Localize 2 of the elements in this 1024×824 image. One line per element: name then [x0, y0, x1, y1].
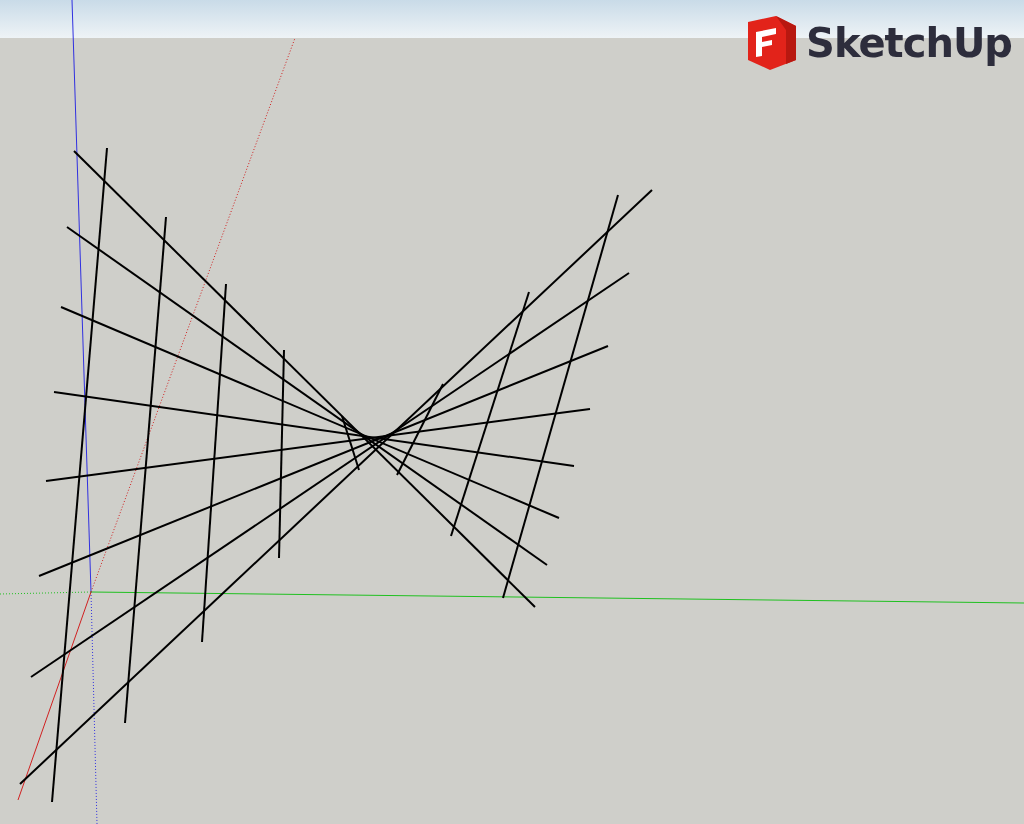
logo-text: SketchUp: [806, 20, 1012, 66]
box-logo-icon: [746, 14, 799, 72]
